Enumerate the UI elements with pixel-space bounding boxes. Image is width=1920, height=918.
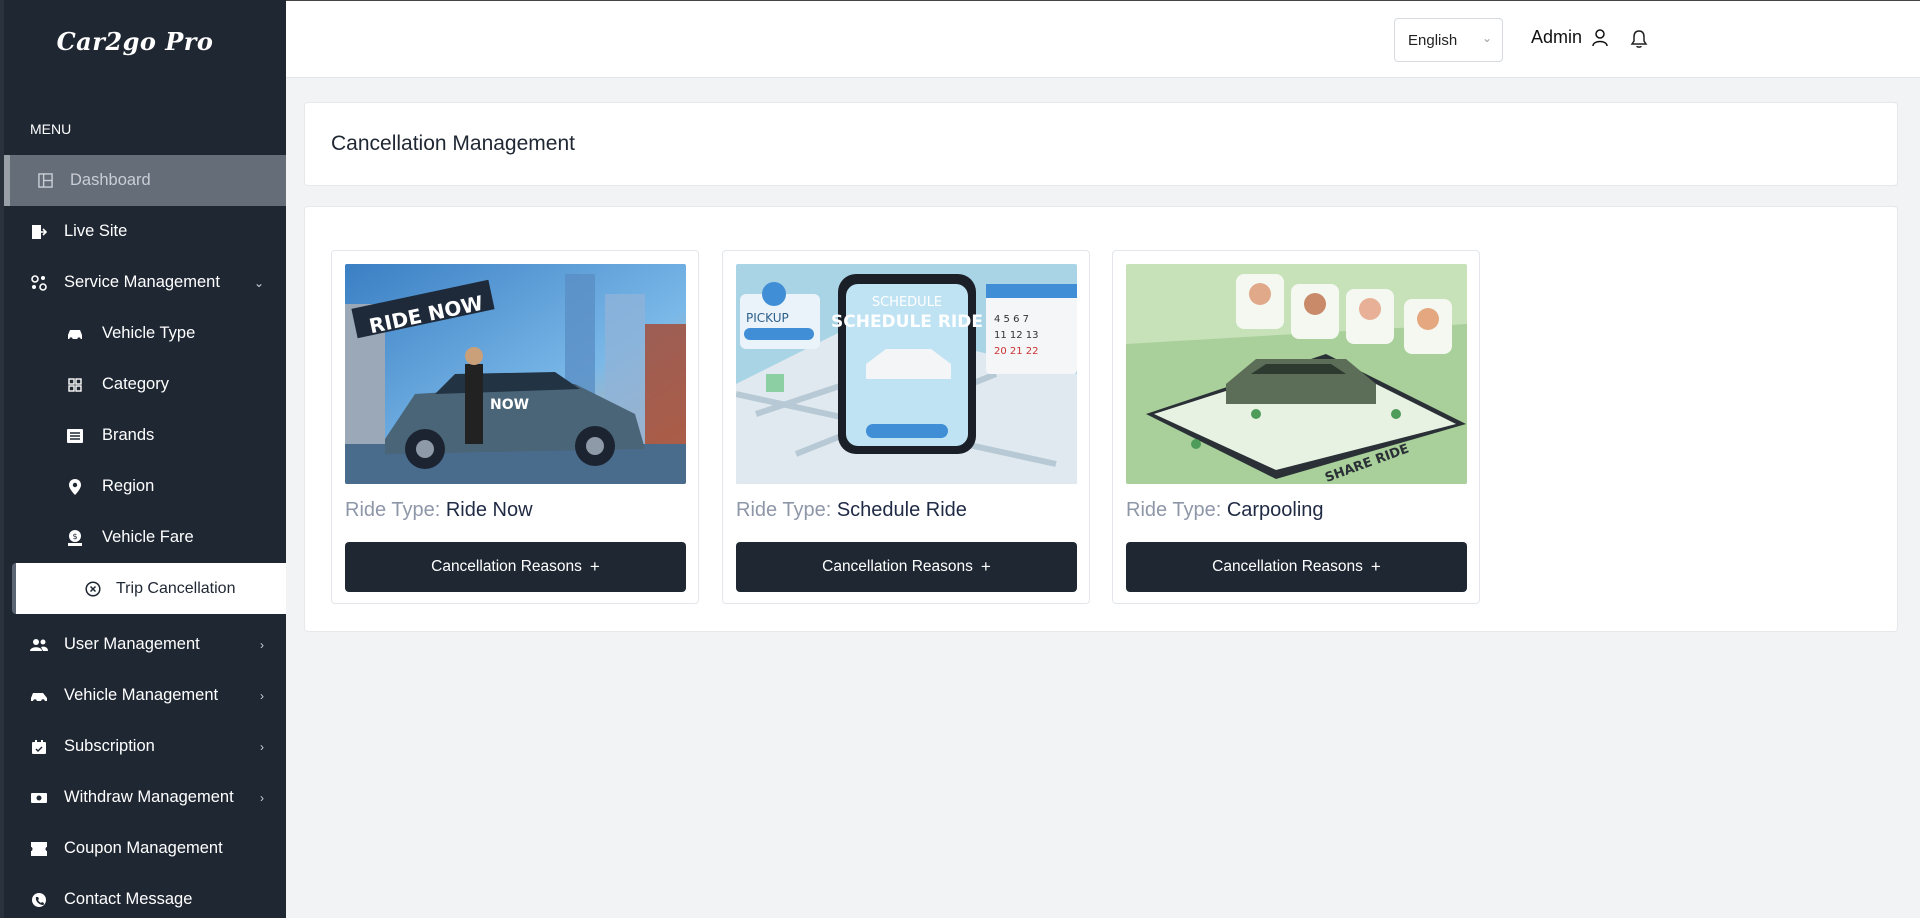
ride-type-text: Ride Type: Carpooling — [1126, 499, 1324, 522]
ride-card-ride-now: RIDE NOW NOW Ride Type: Ride Now Cancell… — [331, 250, 699, 604]
sidebar-nav: Dashboard Live Site Service Management ⌄… — [4, 155, 286, 918]
svg-text:$: $ — [72, 532, 77, 541]
sidebar-item-label: Live Site — [64, 222, 128, 240]
sidebar-item-label: Withdraw Management — [64, 788, 234, 806]
category-icon — [64, 374, 86, 396]
svg-text:SCHEDULE: SCHEDULE — [872, 295, 942, 310]
chevron-right-icon: › — [260, 637, 264, 652]
ride-type-text: Ride Type: Ride Now — [345, 499, 533, 522]
sidebar-item-region[interactable]: Region — [4, 461, 286, 512]
top-header — [286, 0, 1920, 78]
sidebar-item-label: Brands — [102, 426, 155, 444]
ride-type-value: Carpooling — [1226, 499, 1324, 521]
plus-icon: + — [589, 557, 600, 576]
ride-type-label: Ride Type: — [1126, 499, 1222, 521]
plus-icon: + — [980, 557, 991, 576]
sidebar-item-dashboard[interactable]: Dashboard — [4, 155, 286, 206]
user-name: Admin — [1531, 27, 1583, 47]
live-site-icon — [28, 221, 50, 243]
svg-text:NOW: NOW — [490, 397, 529, 413]
ride-card-carpooling: SHARE RIDE Ride Type: Carpooling Cancell… — [1112, 250, 1480, 604]
chevron-down-icon: ⌄ — [253, 275, 264, 290]
user-menu[interactable]: Admin — [1531, 27, 1610, 48]
ride-type-label: Ride Type: — [736, 499, 832, 521]
sidebar-item-brands[interactable]: Brands — [4, 410, 286, 461]
service-icon — [28, 272, 50, 294]
sidebar-item-label: Trip Cancellation — [116, 579, 236, 597]
sidebar-item-label: Region — [102, 477, 155, 495]
sidebar-item-label: Contact Message — [64, 890, 193, 908]
ride-card-schedule-ride: PICKUP SCHEDULE SCHEDULE RIDE 4 5 6 7 11… — [722, 250, 1090, 604]
sidebar-item-coupon-management[interactable]: Coupon Management — [4, 823, 286, 874]
fare-icon: $ — [64, 527, 86, 549]
language-select[interactable]: English ⌄ — [1394, 18, 1503, 62]
chevron-down-icon: ⌄ — [1481, 31, 1492, 45]
sidebar-item-withdraw-management[interactable]: Withdraw Management › — [4, 772, 286, 823]
cancellation-reasons-button[interactable]: Cancellation Reasons + — [1126, 542, 1467, 592]
schedule-ride-image: PICKUP SCHEDULE SCHEDULE RIDE 4 5 6 7 11… — [736, 264, 1077, 484]
sidebar-item-vehicle-management[interactable]: Vehicle Management › — [4, 670, 286, 721]
sidebar-item-label: Dashboard — [70, 171, 151, 189]
sidebar-item-label: Category — [102, 375, 169, 393]
coupon-icon — [28, 838, 50, 860]
ride-now-image: RIDE NOW NOW — [345, 264, 686, 484]
dashboard-icon — [34, 170, 56, 192]
ride-type-value: Ride Now — [445, 499, 533, 521]
sidebar-item-vehicle-type[interactable]: Vehicle Type — [4, 308, 286, 359]
sidebar-item-live-site[interactable]: Live Site — [4, 206, 286, 257]
cancellation-reasons-button[interactable]: Cancellation Reasons + — [736, 542, 1077, 592]
sidebar-item-vehicle-fare[interactable]: $ Vehicle Fare — [4, 512, 286, 563]
image-caption: SCHEDULE RIDE — [831, 312, 983, 332]
plus-icon: + — [1370, 557, 1381, 576]
location-pin-icon — [64, 476, 86, 498]
withdraw-icon — [28, 787, 50, 809]
svg-text:20 21 22: 20 21 22 — [994, 346, 1039, 357]
button-label: Cancellation Reasons — [431, 558, 582, 575]
sidebar-item-category[interactable]: Category — [4, 359, 286, 410]
chevron-right-icon: › — [260, 739, 264, 754]
chevron-right-icon: › — [260, 688, 264, 703]
sidebar: Car2go Pro MENU Dashboard Live Site Serv… — [0, 0, 286, 918]
vehicle-icon — [28, 685, 50, 707]
page-title: Cancellation Management — [331, 132, 575, 155]
sidebar-item-service-management[interactable]: Service Management ⌄ — [4, 257, 286, 308]
users-icon — [28, 634, 50, 656]
bell-icon[interactable] — [1630, 29, 1650, 51]
language-value: English — [1408, 31, 1458, 49]
sidebar-item-label: User Management — [64, 635, 200, 653]
sidebar-item-label: Coupon Management — [64, 839, 223, 857]
ride-type-value: Schedule Ride — [836, 499, 967, 521]
svg-text:11 12 13: 11 12 13 — [994, 330, 1039, 341]
button-label: Cancellation Reasons — [822, 558, 973, 575]
sidebar-item-label: Vehicle Type — [102, 324, 196, 342]
cancel-circle-icon — [82, 578, 104, 600]
page-title-card: Cancellation Management — [304, 102, 1898, 186]
svg-text:4 5 6 7: 4 5 6 7 — [994, 314, 1029, 325]
sidebar-item-contact-message[interactable]: Contact Message — [4, 874, 286, 918]
brands-icon — [64, 425, 86, 447]
sidebar-item-label: Vehicle Fare — [102, 528, 194, 546]
subscription-icon — [28, 736, 50, 758]
button-label: Cancellation Reasons — [1212, 558, 1363, 575]
user-icon — [1592, 28, 1610, 47]
contact-icon — [28, 889, 50, 911]
svg-text:PICKUP: PICKUP — [746, 311, 789, 325]
logo[interactable]: Car2go Pro — [4, 0, 286, 82]
sidebar-item-subscription[interactable]: Subscription › — [4, 721, 286, 772]
sidebar-item-label: Vehicle Management — [64, 686, 219, 704]
ride-type-text: Ride Type: Schedule Ride — [736, 499, 967, 522]
car-icon — [64, 323, 86, 345]
ride-type-label: Ride Type: — [345, 499, 441, 521]
sidebar-item-trip-cancellation[interactable]: Trip Cancellation — [12, 563, 286, 614]
sidebar-item-label: Service Management — [64, 273, 220, 291]
sidebar-item-label: Subscription — [64, 737, 155, 755]
sidebar-item-user-management[interactable]: User Management › — [4, 619, 286, 670]
cancellation-reasons-button[interactable]: Cancellation Reasons + — [345, 542, 686, 592]
chevron-right-icon: › — [260, 790, 264, 805]
carpooling-image: SHARE RIDE — [1126, 264, 1467, 484]
